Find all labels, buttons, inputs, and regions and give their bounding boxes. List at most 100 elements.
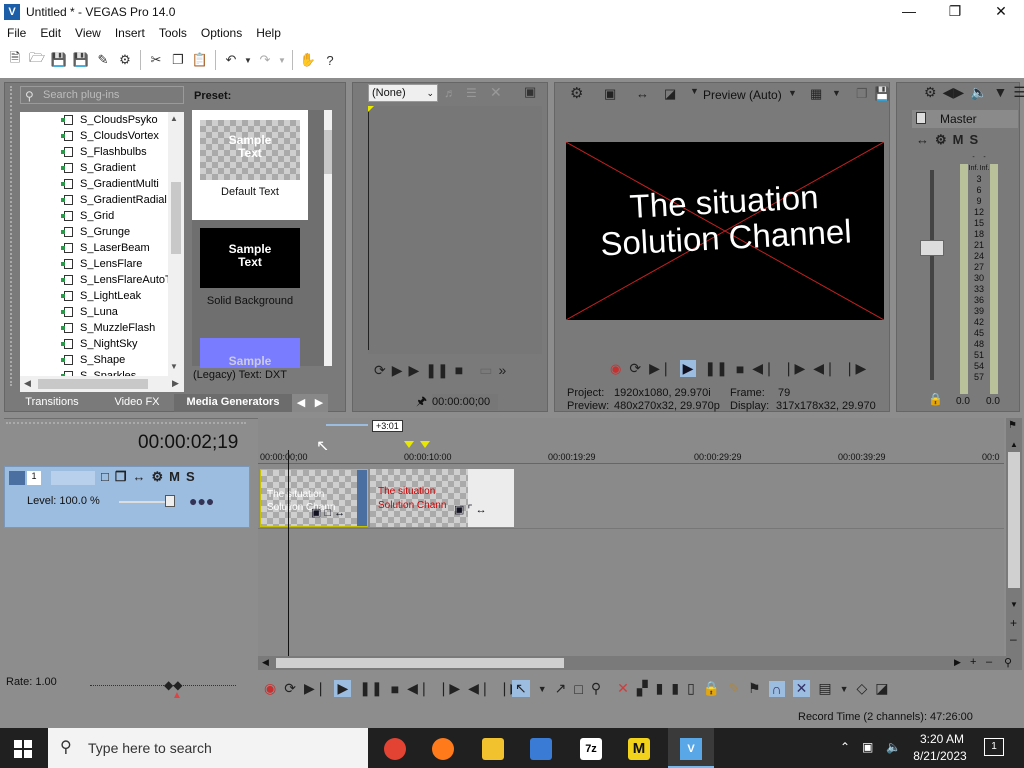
menu-edit[interactable]: Edit	[33, 26, 68, 40]
menu-file[interactable]: File	[0, 26, 33, 40]
track-fx-icon[interactable]: ↔	[133, 469, 146, 485]
plugin-list-item[interactable]: S_Grid	[20, 208, 184, 224]
compositing-mode-icon[interactable]: ❐	[115, 469, 127, 485]
lock-envelopes-icon[interactable]: ◇	[856, 680, 867, 697]
stop-icon[interactable]: ■	[391, 681, 399, 697]
normal-edit-tool-icon[interactable]: ↖	[512, 680, 530, 697]
menu-view[interactable]: View	[68, 26, 108, 40]
pause-icon[interactable]: ❚❚	[704, 360, 727, 377]
ignore-grouping-icon[interactable]: ◪	[875, 680, 888, 697]
pause-icon[interactable]: ❚❚	[425, 362, 448, 379]
play-icon[interactable]: ▶	[679, 360, 697, 377]
properties-icon[interactable]: ⚙	[116, 51, 134, 69]
stop-icon[interactable]: ■	[736, 361, 744, 377]
play-from-start-icon[interactable]: ▶❘	[649, 360, 672, 377]
video-clip-1[interactable]: The situation Solution Chann ▣ □ ↔	[260, 469, 368, 527]
zoom-tool-icon[interactable]: ⚲	[591, 680, 601, 697]
plugin-list-item[interactable]: S_NightSky	[20, 336, 184, 352]
whats-this-icon[interactable]: ✋	[299, 51, 317, 69]
loop-end-marker-icon[interactable]	[420, 441, 430, 448]
marker-icon[interactable]: ⚑	[1008, 420, 1017, 431]
lock-icon[interactable]: 🔒	[928, 392, 943, 406]
track-motion-icon[interactable]: □	[101, 469, 109, 485]
scroll-up-icon[interactable]: ▲	[1010, 440, 1018, 449]
trimmer-clear-icon[interactable]: ✕	[490, 84, 502, 101]
menu-options[interactable]: Options	[194, 26, 249, 40]
rate-slider[interactable]	[90, 685, 236, 686]
play-icon[interactable]: ▶	[334, 680, 352, 697]
overlays-icon[interactable]: ▦	[810, 86, 822, 102]
preset-gallery[interactable]: Sample Text Default Text Sample Text Sol…	[192, 110, 332, 368]
plugin-list-item[interactable]: S_Grunge	[20, 224, 184, 240]
scroll-up-icon[interactable]: ▲	[170, 114, 178, 123]
preset-scrollbar[interactable]	[324, 110, 332, 366]
plugin-list-item[interactable]: S_LensFlareAutoT	[20, 272, 184, 288]
trimmer-dropdown[interactable]: (None) ⌄	[368, 84, 438, 102]
mixer-properties-icon[interactable]: ⚙	[924, 84, 937, 101]
master-fx-icon[interactable]: ⚙	[935, 132, 947, 148]
plugin-list-item[interactable]: S_Sparkles	[20, 368, 184, 376]
zoom-out-icon[interactable]: –	[1010, 632, 1017, 646]
trimmer-view[interactable]	[368, 106, 542, 354]
lock-icon[interactable]: 🔒	[703, 680, 720, 697]
plugin-list-item[interactable]: S_LensFlare	[20, 256, 184, 272]
action-center-icon[interactable]: 1	[984, 738, 1004, 756]
plugin-list-hscrollbar[interactable]: ◀ ▶	[20, 376, 184, 392]
taskbar-time[interactable]: 3:20 AM	[914, 732, 970, 746]
firefox-icon[interactable]	[432, 738, 454, 760]
trimmer-add-to-timeline-icon[interactable]: ▭	[479, 362, 492, 379]
plugin-list-item[interactable]: S_Flashbulbs	[20, 144, 184, 160]
scrollbar-thumb[interactable]	[171, 182, 181, 254]
next-frame-icon[interactable]: ❘▶	[844, 360, 867, 377]
preview-properties-icon[interactable]: ⚙	[570, 84, 583, 102]
preset-gradient[interactable]: Sample	[200, 338, 300, 368]
clip-fx-icons[interactable]: ▣ □ ↔	[311, 506, 345, 519]
trimmer-options-icon[interactable]: ▣	[524, 84, 536, 100]
master-fader-handle[interactable]	[920, 240, 944, 256]
paste-icon[interactable]: 📋	[191, 51, 209, 69]
plugin-list-item[interactable]: S_CloudsPsyko	[20, 112, 184, 128]
vegas-movie-icon[interactable]: M	[628, 738, 650, 760]
preview-quality-dropdown[interactable]: Preview (Auto)	[703, 88, 782, 102]
snapping-icon[interactable]: ∩	[768, 680, 785, 697]
chevron-down-icon[interactable]: ▼	[840, 684, 849, 694]
track-list-grip[interactable]	[6, 422, 246, 424]
render-icon[interactable]: ✎	[94, 51, 112, 69]
menu-tools[interactable]: Tools	[152, 26, 194, 40]
trim-start-icon[interactable]: ▮	[656, 680, 664, 697]
trim-icon[interactable]: ▞	[637, 680, 648, 697]
save-snapshot-icon[interactable]: 💾	[874, 86, 890, 102]
split-icon[interactable]: ▯	[687, 680, 695, 697]
timeline-hscroll[interactable]: ◀ ▶ + – ⚲	[258, 656, 1022, 670]
scroll-left-icon[interactable]: ◀	[262, 657, 269, 668]
clip-fx-icons[interactable]: ▣ ⌜ ↔	[454, 503, 487, 516]
zoom-in-icon[interactable]: +	[1010, 616, 1017, 630]
selection-tool-icon[interactable]: □	[574, 681, 582, 697]
tab-scroll-left-icon[interactable]: ◀	[292, 394, 310, 412]
insert-marker-icon[interactable]: ✎	[728, 680, 740, 697]
video-preview[interactable]: The situation Solution Channel	[566, 142, 884, 320]
windows-start-icon[interactable]	[14, 740, 32, 758]
mute-button[interactable]: M	[169, 469, 180, 485]
previous-frame-icon[interactable]: ◀❘	[468, 680, 491, 697]
marker-bar[interactable]	[258, 418, 1004, 454]
mute-button[interactable]: M	[953, 132, 964, 148]
tab-video-fx[interactable]: Video FX	[100, 394, 174, 412]
show-hidden-icons-icon[interactable]: ⌃	[840, 740, 850, 754]
loop-start-marker-icon[interactable]	[404, 441, 414, 448]
redo-icon[interactable]: ↷	[256, 51, 274, 69]
ripple-icon[interactable]: ▤	[818, 680, 831, 697]
master-fader-track[interactable]	[930, 170, 934, 380]
track-expand-icon[interactable]	[9, 471, 25, 485]
copy-snapshot-icon[interactable]: ❐	[856, 86, 868, 102]
panel-grip[interactable]	[10, 86, 16, 386]
speaker-icon[interactable]: 🔈	[970, 84, 987, 101]
pause-icon[interactable]: ❚❚	[359, 680, 382, 697]
tab-media-generators[interactable]: Media Generators	[174, 394, 292, 412]
cut-icon[interactable]: ✂	[147, 51, 165, 69]
7zip-icon[interactable]: 7z	[580, 738, 602, 760]
tab-transitions[interactable]: Transitions	[4, 394, 100, 412]
chevron-down-icon[interactable]: ▼	[690, 86, 699, 96]
plugin-list-item[interactable]: S_MuzzleFlash	[20, 320, 184, 336]
scroll-down-icon[interactable]: ▼	[1010, 600, 1018, 609]
